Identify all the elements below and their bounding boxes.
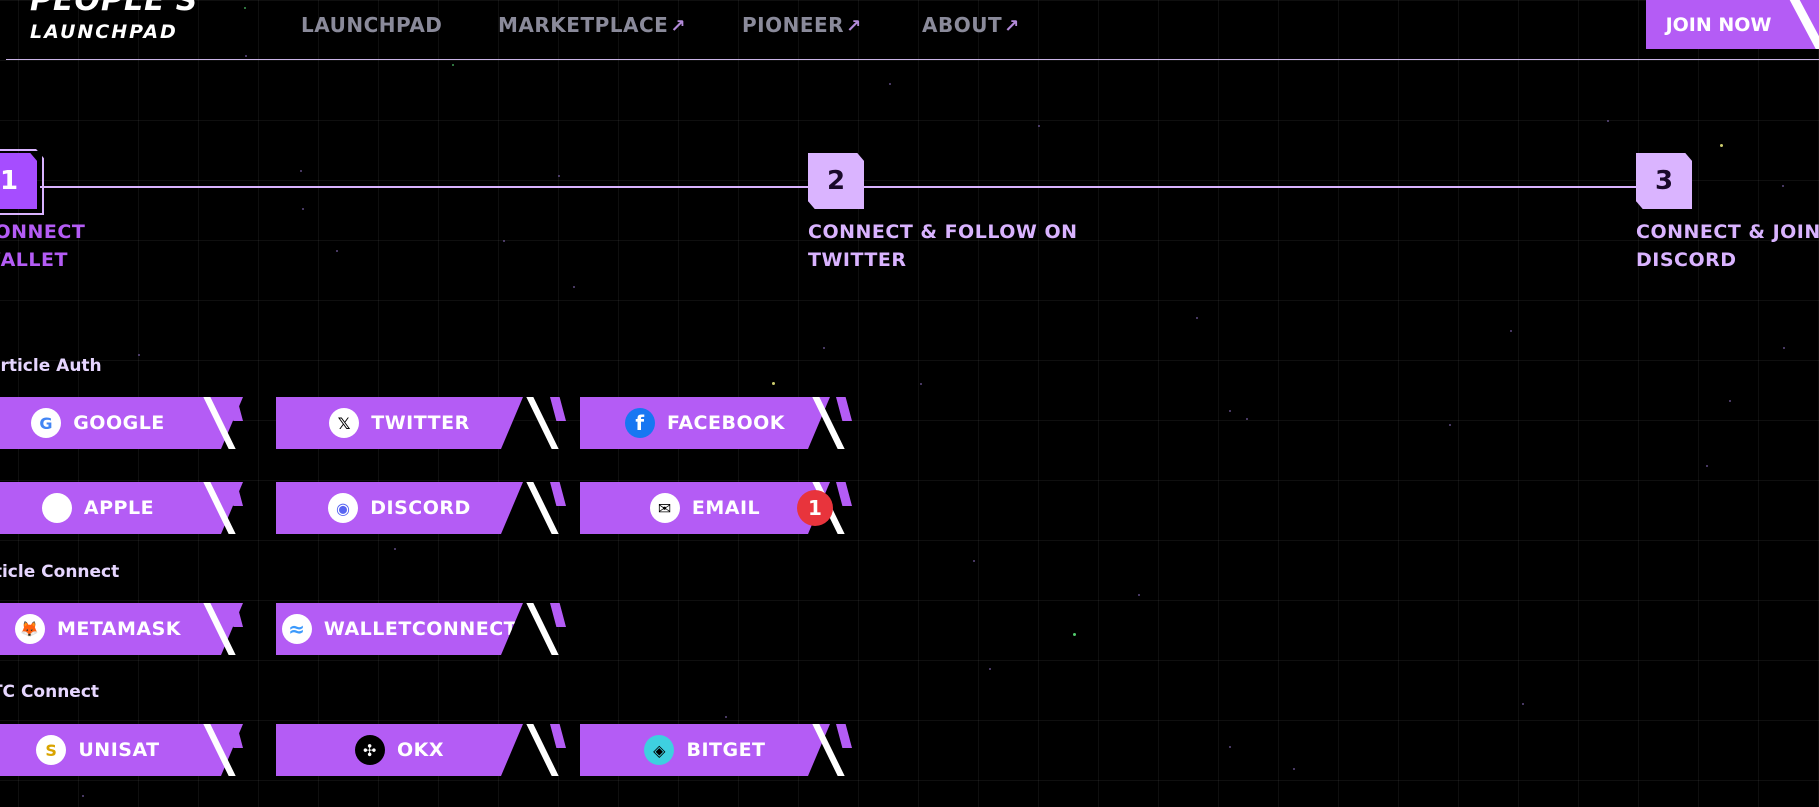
metamask-connect-button[interactable]: 🦊 METAMASK — [0, 603, 243, 655]
metamask-label: METAMASK — [56, 618, 182, 640]
okx-connect-button[interactable]: ✣ OKX — [276, 724, 566, 776]
bitget-icon: ◈ — [644, 735, 674, 765]
unisat-icon: S — [36, 735, 66, 765]
apple-login-button[interactable]: APPLE — [0, 482, 243, 534]
button-tab-decoration — [836, 482, 852, 506]
okx-icon: ✣ — [355, 735, 385, 765]
facebook-login-button[interactable]: f FACEBOOK — [580, 397, 852, 449]
metamask-icon: 🦊 — [15, 614, 45, 644]
step-2-label-line2: TWITTER — [808, 249, 907, 271]
step-3-number: 3 — [1636, 153, 1692, 209]
step-3-label: CONNECT & JOIN ON DISCORD — [1636, 218, 1819, 274]
button-tab-decoration — [550, 603, 566, 627]
facebook-icon: f — [625, 408, 655, 438]
unisat-label: UNISAT — [78, 739, 160, 761]
logo-line-1: PEOPLE'S — [30, 0, 199, 18]
external-link-icon: ↗ — [846, 16, 862, 37]
step-1-label-line1: CONNECT — [0, 221, 86, 243]
background-grid — [0, 0, 1819, 807]
button-tab-decoration — [836, 724, 852, 748]
button-tab-decoration — [550, 397, 566, 421]
step-1-label-line2: WALLET — [0, 249, 68, 271]
bitget-label: BITGET — [686, 739, 766, 761]
step-connector-1 — [40, 186, 808, 188]
nav-marketplace[interactable]: MARKETPLACE ↗ — [498, 13, 686, 37]
nav-pioneer-label: PIONEER — [742, 13, 845, 37]
discord-icon: ◉ — [328, 493, 358, 523]
walletconnect-icon: ≈ — [282, 614, 312, 644]
notification-badge: 1 — [797, 490, 833, 526]
apple-icon — [42, 493, 72, 523]
email-login-button[interactable]: ✉ EMAIL 1 — [580, 482, 852, 534]
bitget-connect-button[interactable]: ◈ BITGET — [580, 724, 852, 776]
nav-launchpad[interactable]: LAUNCHPAD — [301, 13, 442, 37]
nav-marketplace-label: MARKETPLACE — [498, 13, 669, 37]
discord-label: DISCORD — [370, 497, 471, 519]
top-navbar: PEOPLE'S LAUNCHPAD LAUNCHPAD MARKETPLACE… — [0, 0, 1819, 60]
step-3-label-line2: DISCORD — [1636, 249, 1737, 271]
button-tab-decoration — [550, 482, 566, 506]
apple-label: APPLE — [83, 497, 155, 519]
join-now-button[interactable]: JOIN NOW — [1646, 0, 1819, 49]
step-1-number: 1 — [0, 153, 37, 209]
step-2-label: CONNECT & FOLLOW ON TWITTER — [808, 218, 1078, 274]
google-label: GOOGLE — [73, 412, 165, 434]
step-connector-2 — [864, 186, 1636, 188]
step-3-label-line1: CONNECT & JOIN ON — [1636, 221, 1819, 243]
nav-about[interactable]: ABOUT ↗ — [922, 13, 1020, 37]
step-2-label-line1: CONNECT & FOLLOW ON — [808, 221, 1078, 243]
walletconnect-label: WALLETCONNECT — [323, 618, 518, 640]
google-login-button[interactable]: G GOOGLE — [0, 397, 243, 449]
nav-launchpad-label: LAUNCHPAD — [301, 13, 443, 37]
walletconnect-button[interactable]: ≈ WALLETCONNECT — [276, 603, 566, 655]
site-logo[interactable]: PEOPLE'S LAUNCHPAD — [30, 0, 198, 42]
google-icon: G — [31, 408, 61, 438]
unisat-connect-button[interactable]: S UNISAT — [0, 724, 243, 776]
button-tab-decoration — [836, 397, 852, 421]
header-divider — [6, 59, 1819, 60]
facebook-label: FACEBOOK — [667, 412, 785, 434]
twitter-label: TWITTER — [371, 412, 470, 434]
step-2-number: 2 — [808, 153, 864, 209]
logo-line-2: LAUNCHPAD — [30, 21, 178, 43]
join-now-label: JOIN NOW — [1665, 13, 1772, 36]
mail-icon: ✉ — [650, 493, 680, 523]
discord-login-button[interactable]: ◉ DISCORD — [276, 482, 566, 534]
particle-connect-heading: Particle Connect — [0, 562, 120, 582]
nav-about-label: ABOUT — [922, 13, 1003, 37]
nav-pioneer[interactable]: PIONEER ↗ — [742, 13, 862, 37]
step-1-label: CONNECT WALLET — [0, 218, 85, 274]
btc-connect-heading: BTC Connect — [0, 682, 100, 702]
button-tab-decoration — [550, 724, 566, 748]
x-icon: 𝕏 — [329, 408, 359, 438]
okx-label: OKX — [396, 739, 445, 761]
twitter-login-button[interactable]: 𝕏 TWITTER — [276, 397, 566, 449]
button-slash-decoration — [1787, 0, 1819, 49]
external-link-icon: ↗ — [1004, 16, 1020, 37]
external-link-icon: ↗ — [670, 16, 686, 37]
email-label: EMAIL — [691, 497, 761, 519]
particle-auth-heading: Particle Auth — [0, 356, 102, 376]
